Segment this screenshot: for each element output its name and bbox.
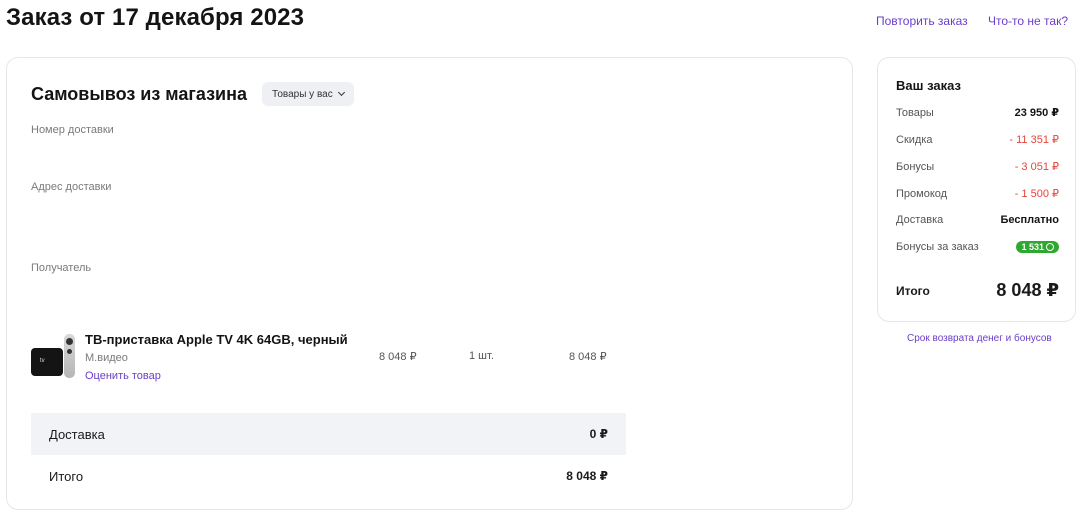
summary-discount-label: Скидка: [896, 133, 933, 146]
summary-total-row: Итого 8 048 ₽: [31, 455, 626, 497]
recipient-label: Получатель: [31, 262, 92, 274]
delivery-status-label: Товары у вас: [272, 88, 333, 100]
repeat-order-link[interactable]: Повторить заказ: [876, 14, 968, 28]
order-summary-title: Ваш заказ: [896, 78, 961, 93]
summary-bonuses-value: - 3 051 ₽: [1014, 161, 1059, 173]
summary-discount-value: - 11 351 ₽: [1009, 134, 1059, 146]
refund-terms-link[interactable]: Срок возврата денег и бонусов: [907, 333, 1052, 344]
summary-earned-bonuses-row: Бонусы за заказ 1 531: [896, 241, 1059, 253]
apple-tv-box-icon: tv: [31, 348, 63, 376]
summary-delivery-row: Доставка 0 ₽: [31, 413, 626, 455]
summary-delivery-label: Доставка: [49, 426, 105, 442]
bonus-badge: 1 531: [1016, 241, 1059, 253]
page-title: Заказ от 17 декабря 2023: [6, 4, 305, 31]
summary-earned-bonuses-label: Бонусы за заказ: [896, 241, 979, 253]
rate-product-link[interactable]: Оценить товар: [85, 370, 161, 382]
bonus-coin-icon: [1046, 243, 1054, 251]
order-summary-total-value: 8 048 ₽: [996, 280, 1059, 300]
summary-bonuses-row: Бонусы - 3 051 ₽: [896, 160, 1059, 174]
summary-total-label: Итого: [49, 468, 84, 484]
delivery-status-dropdown[interactable]: Товары у вас: [262, 82, 354, 106]
summary-discount-row: Скидка - 11 351 ₽: [896, 133, 1059, 147]
summary-shipping-label: Доставка: [896, 214, 944, 226]
apple-tv-box-text: tv: [40, 358, 45, 364]
product-image[interactable]: tv: [31, 334, 77, 380]
product-price: 8 048 ₽: [379, 351, 417, 363]
summary-bonuses-label: Бонусы: [896, 160, 935, 173]
summary-shipping-row: Доставка Бесплатно: [896, 214, 1059, 226]
summary-goods-label: Товары: [896, 106, 934, 119]
order-summary-card: Ваш заказ Товары 23 950 ₽ Скидка - 11 35…: [877, 57, 1076, 322]
report-problem-link[interactable]: Что-то не так?: [988, 14, 1068, 28]
delivery-method-title: Самовывоз из магазина: [31, 84, 247, 104]
summary-goods-row: Товары 23 950 ₽: [896, 106, 1059, 120]
product-name[interactable]: ТВ-приставка Apple TV 4K 64GB, черный: [85, 332, 348, 347]
order-summary-total-label: Итого: [896, 283, 930, 298]
summary-total-value: 8 048 ₽: [566, 469, 608, 483]
summary-goods-value: 23 950 ₽: [1014, 107, 1059, 119]
product-seller: М.видео: [85, 352, 128, 364]
summary-promocode-label: Промокод: [896, 187, 948, 200]
order-summary-total: Итого 8 048 ₽: [896, 280, 1059, 301]
summary-promocode-row: Промокод - 1 500 ₽: [896, 187, 1059, 201]
summary-delivery-value: 0 ₽: [589, 427, 608, 441]
summary-shipping-value: Бесплатно: [1000, 214, 1060, 226]
chevron-down-icon: [337, 88, 345, 97]
product-total: 8 048 ₽: [569, 351, 607, 363]
remote-icon: [64, 334, 75, 378]
order-details-card: Самовывоз из магазина Товары у вас Номер…: [6, 57, 853, 510]
summary-promocode-value: - 1 500 ₽: [1014, 188, 1059, 200]
product-quantity: 1 шт.: [469, 350, 494, 362]
bonus-amount: 1 531: [1021, 242, 1044, 252]
delivery-number-label: Номер доставки: [31, 124, 114, 136]
delivery-address-label: Адрес доставки: [31, 181, 112, 193]
